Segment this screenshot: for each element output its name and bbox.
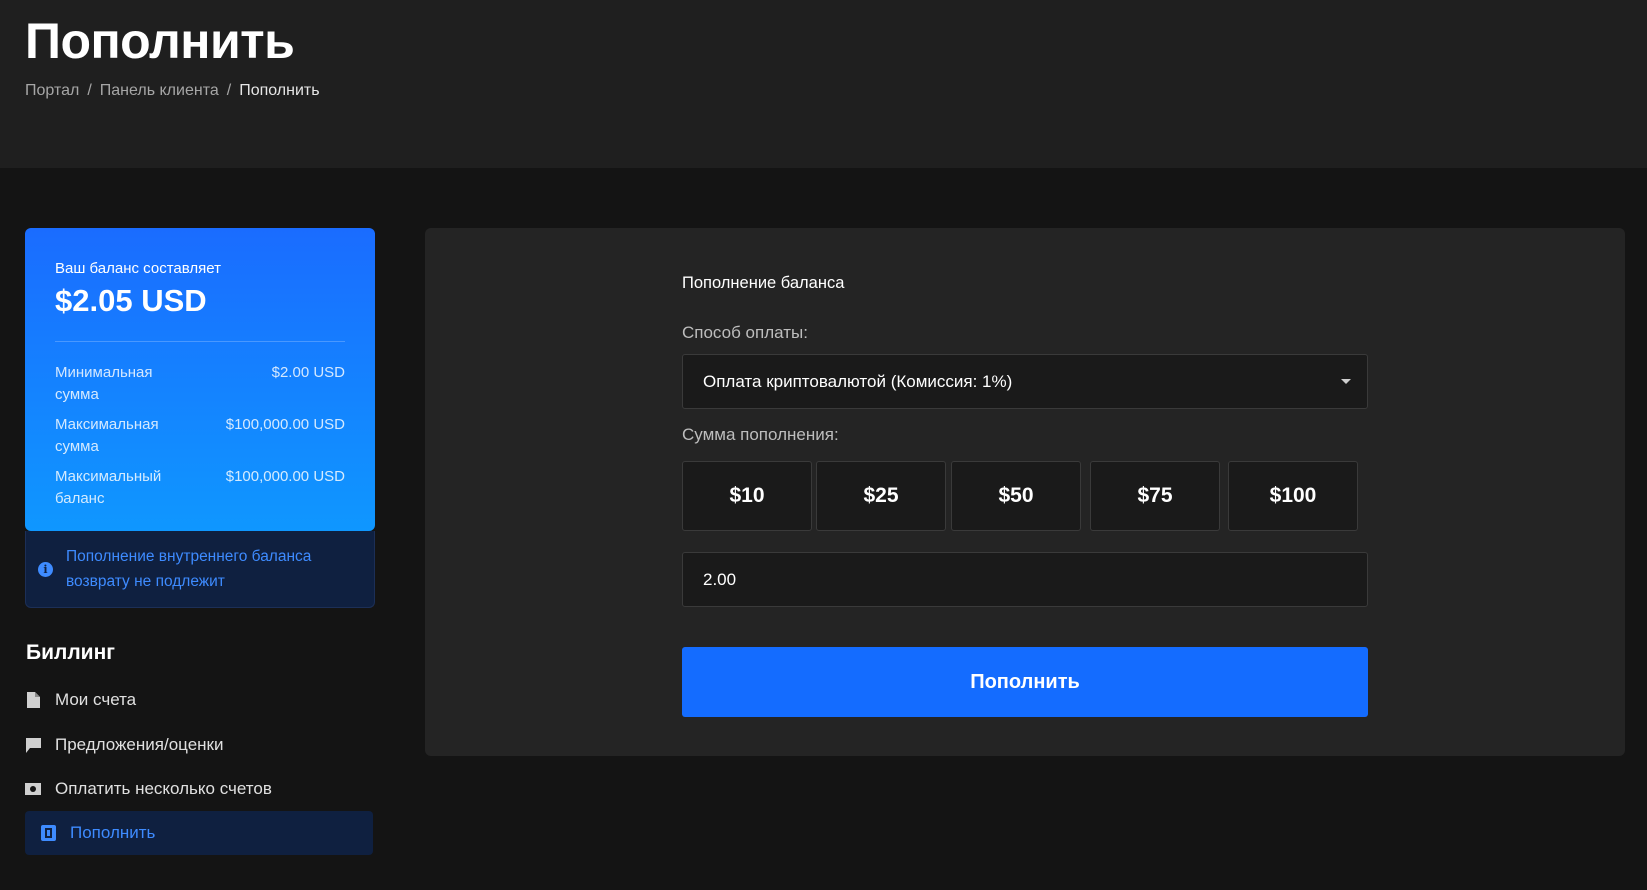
add-funds-submit-button[interactable]: Пополнить	[682, 647, 1368, 717]
info-icon: i	[38, 562, 53, 577]
money-icon	[25, 781, 41, 797]
sidebar-item-label: Мои счета	[55, 690, 137, 709]
breadcrumb-client-panel[interactable]: Панель клиента	[100, 82, 219, 100]
breadcrumb-separator: /	[87, 82, 92, 99]
notice-text: Пополнение внутреннего баланса возврату …	[66, 548, 312, 590]
add-funds-panel: Пополнение баланса Способ оплаты: Оплата…	[425, 228, 1625, 756]
refund-notice: i Пополнение внутреннего баланса возврат…	[25, 531, 375, 608]
page-header: Пополнить Портал / Панель клиента / Попо…	[0, 0, 1647, 168]
quick-amount-75-button[interactable]: $75	[1090, 461, 1220, 531]
quick-amount-50-button[interactable]: $50	[951, 461, 1081, 531]
limit-value: $100,000.00 USD	[225, 416, 345, 433]
limit-row-max-balance: Максимальный баланс $100,000.00 USD	[55, 466, 345, 510]
breadcrumb: Портал / Панель клиента / Пополнить	[25, 82, 320, 100]
limit-label: Минимальная сумма	[55, 364, 153, 403]
payment-method-value: Оплата криптовалютой (Комиссия: 1%)	[703, 371, 1013, 391]
billing-title: Биллинг	[26, 641, 116, 664]
page-title: Пополнить	[25, 13, 295, 69]
sidebar-item-label: Предложения/оценки	[55, 735, 224, 754]
amount-input[interactable]	[682, 552, 1368, 607]
sidebar-item-label: Пополнить	[70, 823, 156, 842]
breadcrumb-current: Пополнить	[239, 82, 320, 99]
limits-list: Минимальная сумма $2.00 USD Максимальная…	[55, 362, 345, 510]
deposit-icon	[40, 825, 56, 841]
sidebar-item-mass-pay[interactable]: Оплатить несколько счетов	[25, 767, 373, 811]
quick-amount-10-button[interactable]: $10	[682, 461, 812, 531]
limit-row-maximum: Максимальная сумма $100,000.00 USD	[55, 414, 345, 458]
divider	[55, 341, 345, 342]
limit-value: $100,000.00 USD	[225, 468, 345, 485]
sidebar-item-add-funds[interactable]: Пополнить	[25, 811, 373, 855]
document-icon	[25, 692, 41, 708]
breadcrumb-separator: /	[226, 82, 232, 99]
sidebar-item-label: Оплатить несколько счетов	[55, 779, 272, 798]
section-title: Пополнение баланса	[682, 274, 845, 292]
limit-value: $2.00 USD	[271, 364, 345, 381]
payment-method-select[interactable]: Оплата криптовалютой (Комиссия: 1%)	[682, 354, 1368, 409]
balance-label: Ваш баланс составляет	[55, 260, 221, 277]
sidebar-item-quotes[interactable]: Предложения/оценки	[25, 723, 373, 767]
chevron-down-icon	[1341, 379, 1351, 384]
balance-card: Ваш баланс составляет $2.05 USD Минималь…	[25, 228, 375, 531]
limit-label: Максимальный баланс	[55, 468, 162, 507]
payment-method-label: Способ оплаты:	[682, 323, 808, 342]
amount-label: Сумма пополнения:	[682, 425, 839, 444]
breadcrumb-portal[interactable]: Портал	[25, 82, 79, 100]
limit-label: Максимальная сумма	[55, 416, 159, 455]
quick-amount-100-button[interactable]: $100	[1228, 461, 1358, 531]
sidebar-item-my-invoices[interactable]: Мои счета	[25, 678, 373, 722]
limit-row-minimum: Минимальная сумма $2.00 USD	[55, 362, 345, 406]
balance-amount: $2.05 USD	[55, 283, 207, 318]
quick-amount-25-button[interactable]: $25	[816, 461, 946, 531]
comment-icon	[25, 737, 41, 753]
